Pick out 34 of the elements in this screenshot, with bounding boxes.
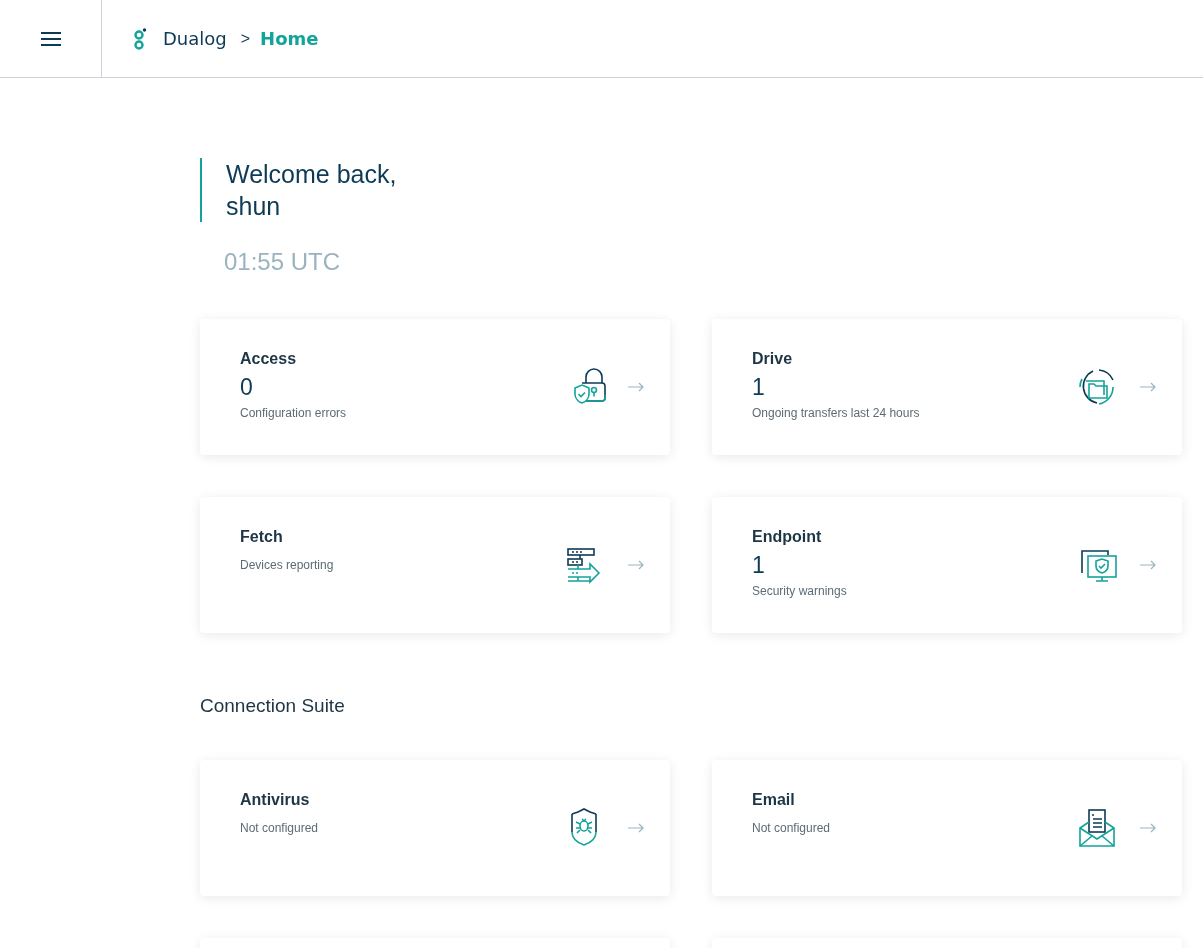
card-caption: Configuration errors — [240, 406, 348, 420]
card-title: Antivirus — [240, 791, 311, 809]
section-title: Connection Suite — [200, 695, 346, 717]
arrow-icon — [628, 823, 644, 833]
card-title: Access — [240, 350, 298, 368]
service-card[interactable]: Endpoint 1 Security warnings — [712, 497, 1182, 633]
breadcrumb-current: Home — [260, 28, 319, 49]
welcome-heading: Welcome back, shun — [200, 158, 446, 222]
card-count: 1 — [752, 552, 766, 579]
card-caption: Devices reporting — [240, 558, 335, 572]
arrow-icon — [1140, 823, 1156, 833]
arrow-icon — [1140, 382, 1156, 392]
service-card[interactable]: Antivirus Not configured — [200, 760, 670, 896]
logo-icon — [133, 27, 147, 50]
card-caption: Security warnings — [752, 584, 848, 598]
card-count: 0 — [240, 374, 254, 401]
service-card[interactable]: Drive 1 Ongoing transfers last 24 hours — [712, 319, 1182, 455]
card-caption: Not configured — [240, 821, 320, 835]
service-card[interactable]: Fetch Devices reporting — [200, 497, 670, 633]
card-caption: Not configured — [752, 821, 832, 835]
card-count: 1 — [752, 374, 766, 401]
card-title: Endpoint — [752, 528, 823, 546]
breadcrumb-separator: > — [240, 29, 251, 48]
service-card[interactable]: Access 0 Configuration errors — [200, 319, 670, 455]
brand-link[interactable]: Dualog — [163, 28, 227, 49]
card-title: Drive — [752, 350, 794, 368]
arrow-icon — [628, 382, 644, 392]
service-card[interactable]: Email Not configured — [712, 760, 1182, 896]
arrow-icon — [1140, 560, 1156, 570]
card-title: Email — [752, 791, 796, 809]
card-caption: Ongoing transfers last 24 hours — [752, 406, 921, 420]
time-text: 01:55 UTC — [224, 248, 342, 276]
card-title: Fetch — [240, 528, 284, 546]
arrow-icon — [628, 560, 644, 570]
